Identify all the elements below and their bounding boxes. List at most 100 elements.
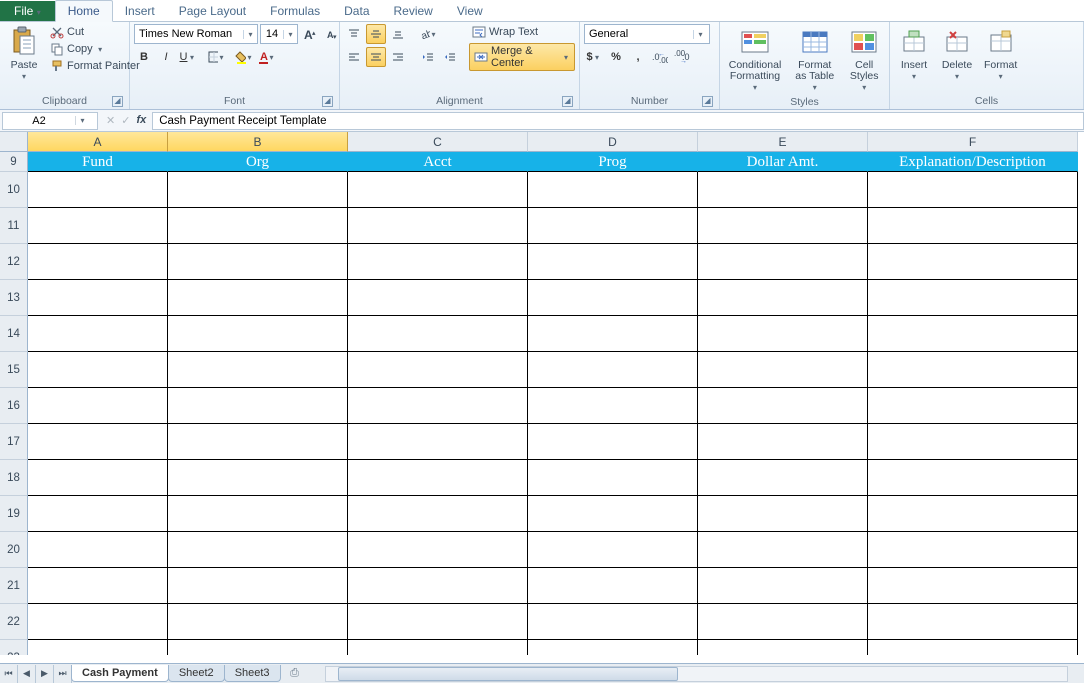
cell-B17[interactable] — [168, 424, 348, 460]
format-as-table-button[interactable]: Format as Table ▾ — [789, 24, 840, 95]
underline-button[interactable]: U▾ — [178, 47, 198, 67]
cell-B14[interactable] — [168, 316, 348, 352]
cell-F14[interactable] — [868, 316, 1078, 352]
row-header-14[interactable]: 14 — [0, 316, 28, 352]
cell-D20[interactable] — [528, 532, 698, 568]
cell-A23[interactable] — [28, 640, 168, 655]
row-header-12[interactable]: 12 — [0, 244, 28, 280]
cell-A12[interactable] — [28, 244, 168, 280]
row-header-16[interactable]: 16 — [0, 388, 28, 424]
cell-D12[interactable] — [528, 244, 698, 280]
tab-home[interactable]: Home — [55, 0, 113, 22]
conditional-formatting-button[interactable]: Conditional Formatting ▾ — [724, 24, 786, 95]
italic-button[interactable]: I — [156, 47, 176, 67]
tab-view[interactable]: View — [445, 1, 495, 21]
cell-B20[interactable] — [168, 532, 348, 568]
header-cell-F9[interactable]: Explanation/Description — [868, 152, 1078, 172]
cell-F13[interactable] — [868, 280, 1078, 316]
sheet-tab-1[interactable]: Cash Payment — [71, 665, 169, 682]
file-tab[interactable]: File ▾ — [0, 1, 55, 21]
font-name-combo[interactable]: ▾ — [134, 24, 258, 44]
tab-formulas[interactable]: Formulas — [258, 1, 332, 21]
row-header-15[interactable]: 15 — [0, 352, 28, 388]
cell-C17[interactable] — [348, 424, 528, 460]
cell-C23[interactable] — [348, 640, 528, 655]
cell-A20[interactable] — [28, 532, 168, 568]
cell-C20[interactable] — [348, 532, 528, 568]
accounting-button[interactable]: $▾ — [584, 47, 604, 67]
formula-input[interactable] — [152, 112, 1084, 130]
cell-D16[interactable] — [528, 388, 698, 424]
column-header-A[interactable]: A — [28, 132, 168, 152]
column-header-B[interactable]: B — [168, 132, 348, 152]
cell-D14[interactable] — [528, 316, 698, 352]
cell-A15[interactable] — [28, 352, 168, 388]
percent-button[interactable]: % — [606, 47, 626, 67]
cell-E10[interactable] — [698, 172, 868, 208]
insert-cells-button[interactable]: Insert▾ — [894, 24, 934, 84]
cell-F15[interactable] — [868, 352, 1078, 388]
cell-F21[interactable] — [868, 568, 1078, 604]
horizontal-scrollbar[interactable] — [325, 666, 1068, 682]
cell-styles-button[interactable]: Cell Styles ▾ — [843, 24, 885, 95]
cell-E17[interactable] — [698, 424, 868, 460]
cell-F19[interactable] — [868, 496, 1078, 532]
name-box[interactable]: ▾ — [2, 112, 98, 130]
cell-E11[interactable] — [698, 208, 868, 244]
tab-data[interactable]: Data — [332, 1, 381, 21]
column-header-C[interactable]: C — [348, 132, 528, 152]
increase-decimal-button[interactable]: .0←.00 — [650, 47, 670, 67]
cell-A22[interactable] — [28, 604, 168, 640]
cell-A10[interactable] — [28, 172, 168, 208]
cell-D23[interactable] — [528, 640, 698, 655]
cell-E16[interactable] — [698, 388, 868, 424]
cell-C19[interactable] — [348, 496, 528, 532]
select-all-corner[interactable] — [0, 132, 28, 152]
cell-C13[interactable] — [348, 280, 528, 316]
sheet-nav-first[interactable]: ⏮ — [0, 665, 18, 683]
cell-B12[interactable] — [168, 244, 348, 280]
sheet-nav-last[interactable]: ⏭ — [54, 665, 72, 683]
cell-F23[interactable] — [868, 640, 1078, 655]
number-format-combo[interactable]: ▾ — [584, 24, 710, 44]
cell-F16[interactable] — [868, 388, 1078, 424]
cell-D18[interactable] — [528, 460, 698, 496]
cell-C12[interactable] — [348, 244, 528, 280]
cell-B11[interactable] — [168, 208, 348, 244]
row-header-22[interactable]: 22 — [0, 604, 28, 640]
sheet-nav-prev[interactable]: ◀ — [18, 665, 36, 683]
new-sheet-button[interactable]: ⎙ — [285, 667, 305, 680]
header-cell-C9[interactable]: Acct — [348, 152, 528, 172]
cell-B21[interactable] — [168, 568, 348, 604]
tab-insert[interactable]: Insert — [113, 1, 167, 21]
cell-C14[interactable] — [348, 316, 528, 352]
tab-review[interactable]: Review — [382, 1, 445, 21]
cell-C10[interactable] — [348, 172, 528, 208]
cell-A14[interactable] — [28, 316, 168, 352]
fx-button[interactable]: fx — [136, 114, 146, 127]
cell-F20[interactable] — [868, 532, 1078, 568]
cell-B13[interactable] — [168, 280, 348, 316]
align-right-button[interactable] — [388, 47, 408, 67]
cell-C18[interactable] — [348, 460, 528, 496]
cell-A17[interactable] — [28, 424, 168, 460]
decrease-decimal-button[interactable]: .00→.0 — [672, 47, 692, 67]
cell-D10[interactable] — [528, 172, 698, 208]
enter-icon[interactable]: ✓ — [121, 114, 130, 127]
cell-F18[interactable] — [868, 460, 1078, 496]
row-header-23[interactable]: 23 — [0, 640, 28, 655]
cell-B10[interactable] — [168, 172, 348, 208]
sheet-nav-next[interactable]: ▶ — [36, 665, 54, 683]
align-center-button[interactable] — [366, 47, 386, 67]
cell-E23[interactable] — [698, 640, 868, 655]
paste-button[interactable]: Paste▾ — [4, 24, 44, 84]
cell-C21[interactable] — [348, 568, 528, 604]
cell-A16[interactable] — [28, 388, 168, 424]
cell-E21[interactable] — [698, 568, 868, 604]
cell-C16[interactable] — [348, 388, 528, 424]
row-header-18[interactable]: 18 — [0, 460, 28, 496]
bold-button[interactable]: B — [134, 47, 154, 67]
cell-C11[interactable] — [348, 208, 528, 244]
cell-D21[interactable] — [528, 568, 698, 604]
cell-A11[interactable] — [28, 208, 168, 244]
